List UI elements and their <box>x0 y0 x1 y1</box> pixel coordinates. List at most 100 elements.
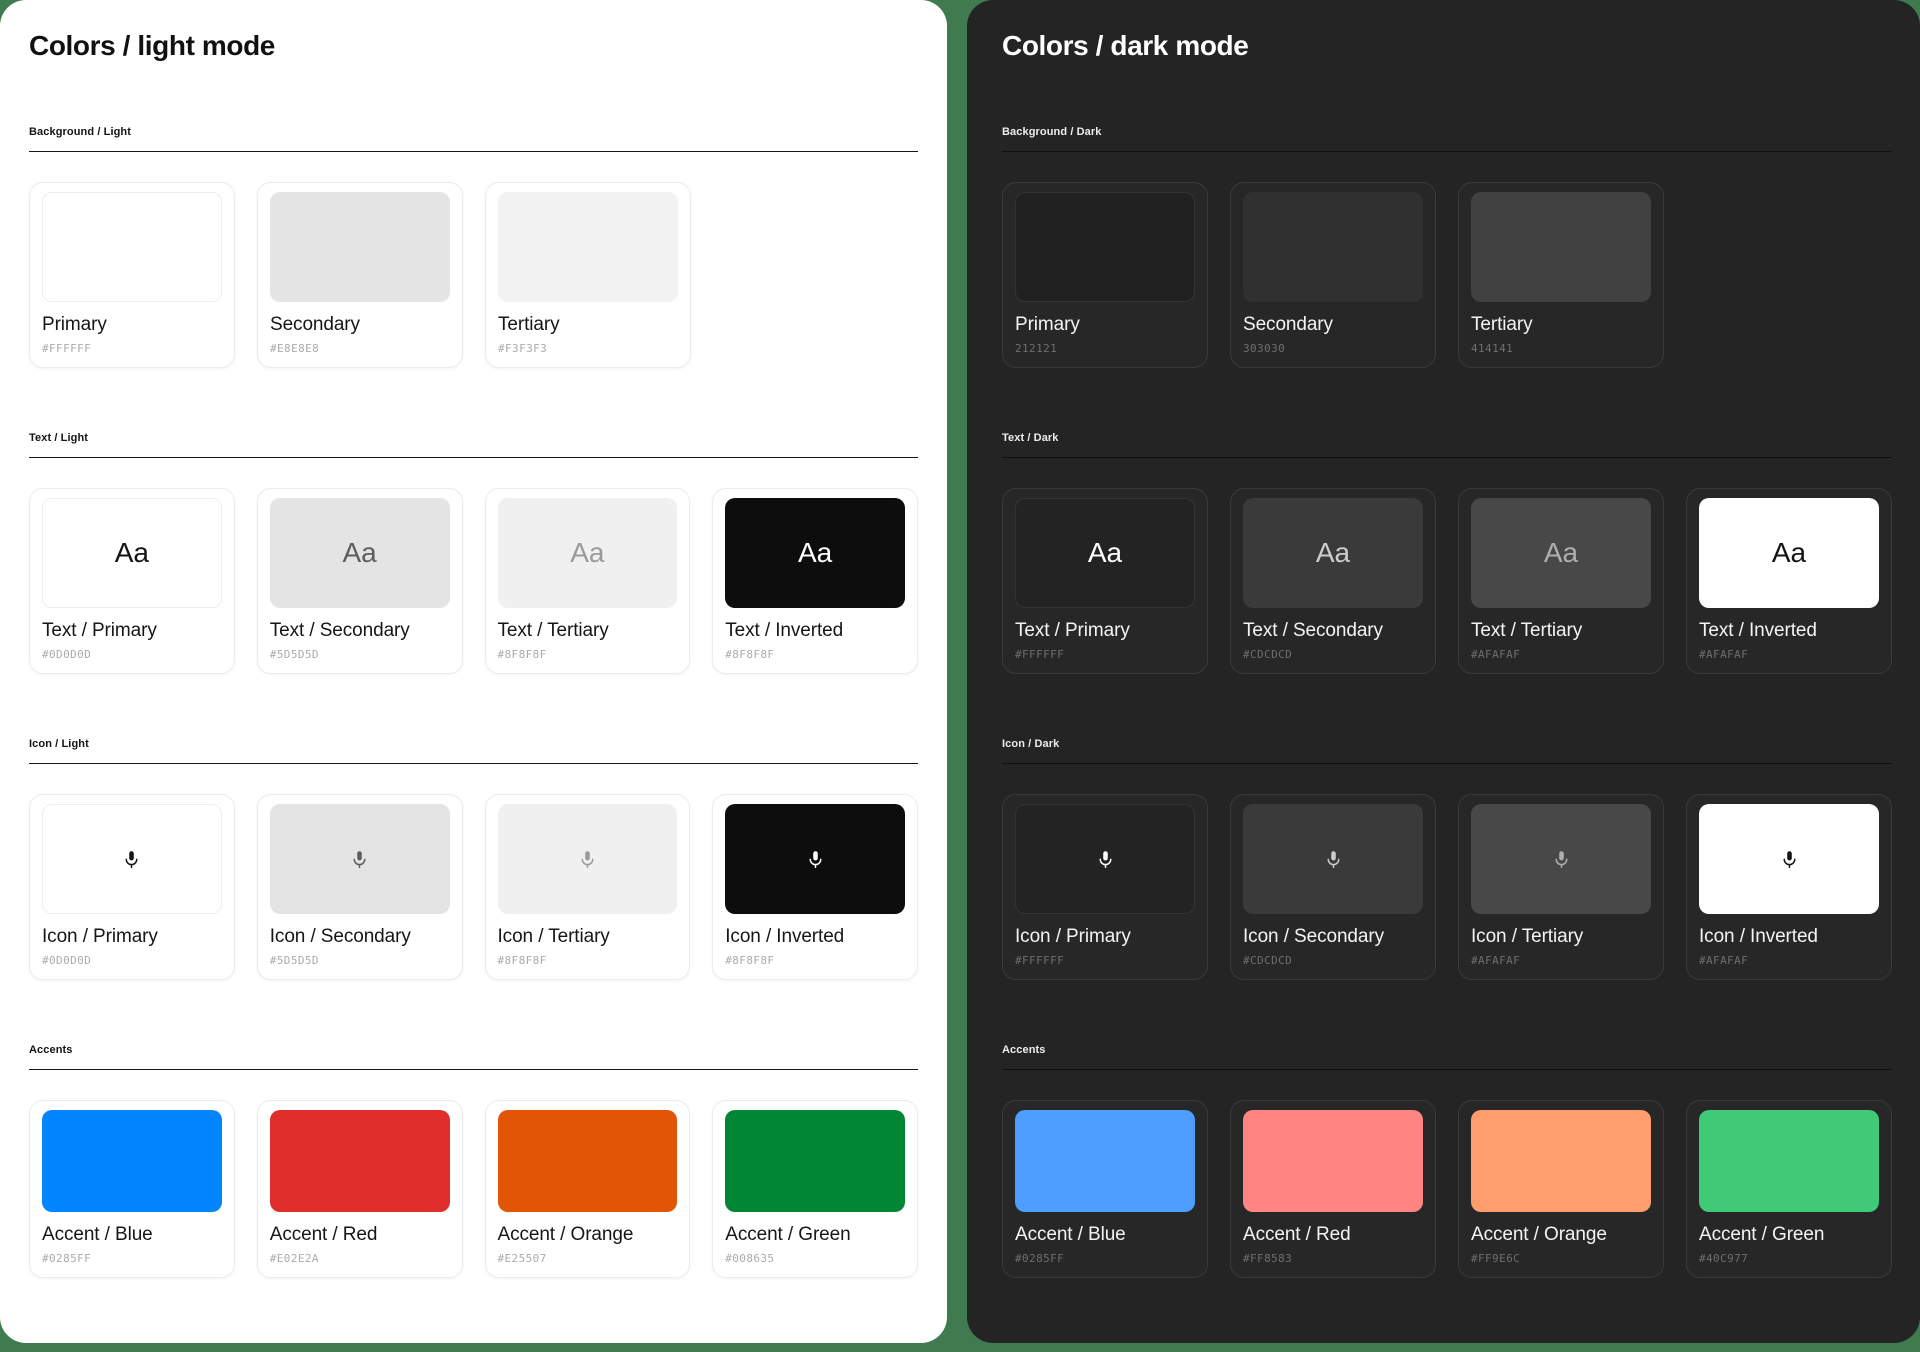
card-row: Icon / Primary #FFFFFF Icon / Secondary … <box>1002 794 1892 980</box>
light-mode-panel: Colors / light mode Background / Light P… <box>0 0 947 1343</box>
section-text-light: Text / Light Aa Text / Primary #0D0D0D A… <box>29 432 918 674</box>
card-label: Text / Inverted <box>725 620 905 642</box>
card-hex: #AFAFAF <box>1699 648 1879 661</box>
card-label: Icon / Inverted <box>725 926 905 948</box>
card-bg-tertiary: Tertiary #F3F3F3 <box>485 182 691 368</box>
card-hex: #0D0D0D <box>42 954 222 967</box>
card-row: Aa Text / Primary #0D0D0D Aa Text / Seco… <box>29 488 918 674</box>
card-label: Secondary <box>1243 314 1423 336</box>
color-swatch: Aa <box>498 498 678 608</box>
card-hex: #8F8F8F <box>725 648 905 661</box>
card-label: Icon / Secondary <box>270 926 450 948</box>
card-hex: #E8E8E8 <box>270 342 450 355</box>
text-sample: Aa <box>1316 537 1350 569</box>
card-label: Icon / Inverted <box>1699 926 1879 948</box>
text-sample: Aa <box>115 537 149 569</box>
card-accent-orange: Accent / Orange #E25507 <box>485 1100 691 1278</box>
color-swatch: Aa <box>270 498 450 608</box>
section-label: Text / Dark <box>1002 432 1892 444</box>
card-row: Primary 212121 Secondary 303030 Tertiary… <box>1002 182 1892 368</box>
card-label: Tertiary <box>498 314 678 336</box>
card-hex: #E02E2A <box>270 1252 450 1265</box>
card-hex: #5D5D5D <box>270 648 450 661</box>
card-hex: #FF9E6C <box>1471 1252 1651 1265</box>
color-swatch <box>725 804 905 914</box>
text-sample: Aa <box>1088 537 1122 569</box>
section-label: Icon / Dark <box>1002 738 1892 750</box>
section-label: Accents <box>29 1044 918 1056</box>
mic-icon <box>805 849 826 870</box>
card-hex: #FFFFFF <box>1015 648 1195 661</box>
mic-icon <box>1779 849 1800 870</box>
color-swatch <box>42 192 222 302</box>
card-hex: #5D5D5D <box>270 954 450 967</box>
card-label: Icon / Tertiary <box>1471 926 1651 948</box>
card-row: Aa Text / Primary #FFFFFF Aa Text / Seco… <box>1002 488 1892 674</box>
section-divider <box>29 457 918 458</box>
section-divider <box>29 151 918 152</box>
card-label: Accent / Green <box>1699 1224 1879 1246</box>
color-swatch <box>270 804 450 914</box>
mic-icon <box>1551 849 1572 870</box>
mic-icon <box>121 849 142 870</box>
card-label: Accent / Red <box>1243 1224 1423 1246</box>
text-sample: Aa <box>1772 537 1806 569</box>
section-accents-dark: Accents Accent / Blue #0285FF Accent / R… <box>1002 1044 1892 1278</box>
section-icon-light: Icon / Light Icon / Primary #0D0D0D Icon… <box>29 738 918 980</box>
card-label: Icon / Primary <box>1015 926 1195 948</box>
card-hex: 212121 <box>1015 342 1195 355</box>
card-hex: 414141 <box>1471 342 1651 355</box>
section-label: Accents <box>1002 1044 1892 1056</box>
card-text-secondary: Aa Text / Secondary #5D5D5D <box>257 488 463 674</box>
mic-icon <box>577 849 598 870</box>
card-hex: #FF8583 <box>1243 1252 1423 1265</box>
color-swatch <box>1471 804 1651 914</box>
card-hex: #40C977 <box>1699 1252 1879 1265</box>
color-swatch <box>498 804 678 914</box>
card-accent-red: Accent / Red #FF8583 <box>1230 1100 1436 1278</box>
color-swatch <box>270 192 450 302</box>
color-swatch <box>1243 1110 1423 1212</box>
color-swatch <box>1015 192 1195 302</box>
card-bg-primary: Primary #FFFFFF <box>29 182 235 368</box>
section-label: Background / Light <box>29 126 918 138</box>
card-text-primary: Aa Text / Primary #FFFFFF <box>1002 488 1208 674</box>
card-accent-blue: Accent / Blue #0285FF <box>1002 1100 1208 1278</box>
color-swatch <box>1471 1110 1651 1212</box>
card-icon-primary: Icon / Primary #FFFFFF <box>1002 794 1208 980</box>
section-divider <box>1002 151 1892 152</box>
card-label: Secondary <box>270 314 450 336</box>
card-hex: #008635 <box>725 1252 905 1265</box>
card-label: Text / Tertiary <box>498 620 678 642</box>
card-row: Primary #FFFFFF Secondary #E8E8E8 Tertia… <box>29 182 918 368</box>
card-text-inverted: Aa Text / Inverted #AFAFAF <box>1686 488 1892 674</box>
section-text-dark: Text / Dark Aa Text / Primary #FFFFFF Aa… <box>1002 432 1892 674</box>
card-text-secondary: Aa Text / Secondary #CDCDCD <box>1230 488 1436 674</box>
text-sample: Aa <box>1544 537 1578 569</box>
card-bg-tertiary: Tertiary 414141 <box>1458 182 1664 368</box>
card-accent-green: Accent / Green #008635 <box>712 1100 918 1278</box>
card-icon-secondary: Icon / Secondary #5D5D5D <box>257 794 463 980</box>
color-swatch <box>1699 1110 1879 1212</box>
card-label: Accent / Blue <box>42 1224 222 1246</box>
card-label: Tertiary <box>1471 314 1651 336</box>
color-swatch <box>270 1110 450 1212</box>
color-swatch: Aa <box>1471 498 1651 608</box>
section-label: Text / Light <box>29 432 918 444</box>
mic-icon <box>1323 849 1344 870</box>
section-divider <box>1002 763 1892 764</box>
color-swatch: Aa <box>1699 498 1879 608</box>
card-text-inverted: Aa Text / Inverted #8F8F8F <box>712 488 918 674</box>
card-text-tertiary: Aa Text / Tertiary #8F8F8F <box>485 488 691 674</box>
color-swatch: Aa <box>725 498 905 608</box>
card-label: Primary <box>1015 314 1195 336</box>
card-icon-tertiary: Icon / Tertiary #AFAFAF <box>1458 794 1664 980</box>
section-label: Icon / Light <box>29 738 918 750</box>
card-row: Accent / Blue #0285FF Accent / Red #FF85… <box>1002 1100 1892 1278</box>
card-hex: #AFAFAF <box>1471 954 1651 967</box>
color-swatch <box>1015 804 1195 914</box>
card-accent-green: Accent / Green #40C977 <box>1686 1100 1892 1278</box>
color-swatch <box>1471 192 1651 302</box>
card-label: Accent / Orange <box>498 1224 678 1246</box>
section-divider <box>1002 457 1892 458</box>
